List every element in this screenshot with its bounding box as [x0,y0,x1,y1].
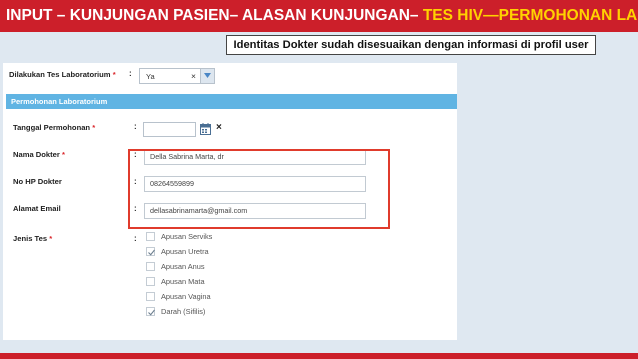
clear-date-icon[interactable]: × [216,122,222,133]
checkbox[interactable] [146,277,155,286]
info-note: Identitas Dokter sudah disesuaikan denga… [226,35,596,55]
doctor-info-highlight [128,149,390,229]
colon: : [134,234,137,243]
checkbox[interactable] [146,232,155,241]
checkbox[interactable] [146,292,155,301]
test-type-label: Jenis Tes * [13,234,53,243]
doctor-phone-label: No HP Dokter [13,177,62,186]
request-date-input[interactable] [143,122,196,137]
test-option-label: Apusan Mata [161,277,205,286]
clear-icon[interactable]: × [191,71,196,81]
slide-title-highlight: TES HIV—PERMOHONAN LAB [422,7,638,24]
email-label: Alamat Email [13,204,61,213]
lab-test-label: Dilakukan Tes Laboratorium * [9,70,116,79]
calendar-icon[interactable] [200,123,211,135]
checkbox[interactable] [146,247,155,256]
test-option-label: Apusan Serviks [161,232,213,241]
test-option-label: Apusan Vagina [161,292,211,301]
checkbox[interactable] [146,262,155,271]
lab-test-select[interactable]: Ya × [139,68,215,84]
colon: : [129,69,132,78]
slide-title-bar: INPUT – KUNJUNGAN PASIEN– ALASAN KUNJUNG… [0,0,638,32]
test-option-label: Darah (Sifilis) [161,307,206,316]
colon: : [134,122,137,131]
lab-test-value: Ya [146,72,155,81]
check-icon [148,309,155,316]
check-icon [148,249,155,256]
dropdown-button[interactable] [200,69,214,83]
chevron-down-icon [204,73,211,78]
slide-title: INPUT – KUNJUNGAN PASIEN– ALASAN KUNJUNG… [6,7,423,24]
lab-request-form: Dilakukan Tes Laboratorium * : Ya × Perm… [3,63,457,340]
test-option-label: Apusan Uretra [161,247,209,256]
doctor-name-label: Nama Dokter * [13,150,65,159]
section-header: Permohonan Laboratorium [6,94,457,109]
bottom-bar [0,353,638,359]
request-date-label: Tanggal Permohonan * [13,123,96,132]
checkbox[interactable] [146,307,155,316]
test-option-label: Apusan Anus [161,262,205,271]
